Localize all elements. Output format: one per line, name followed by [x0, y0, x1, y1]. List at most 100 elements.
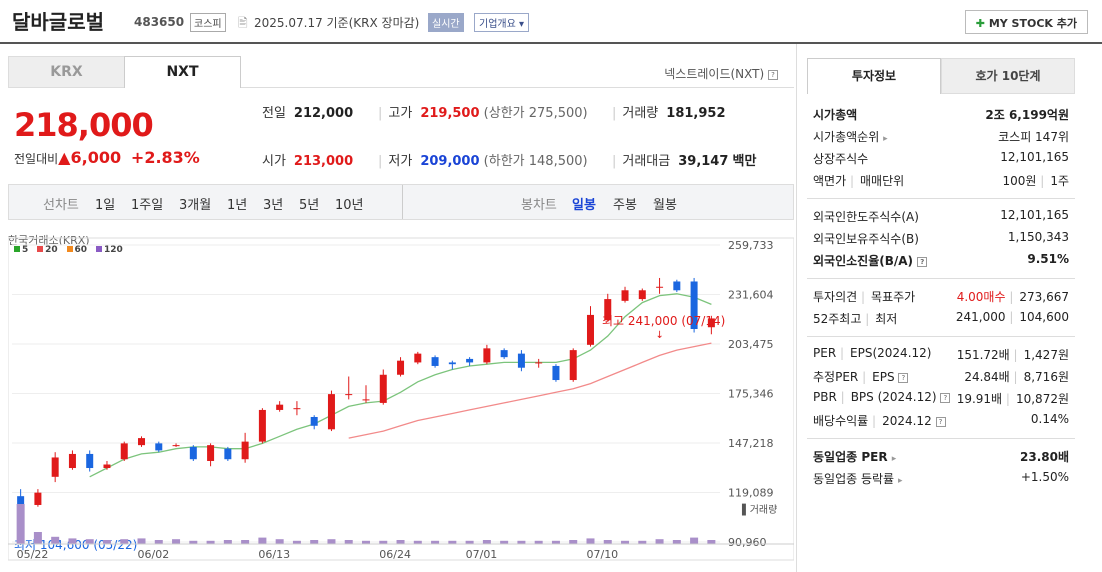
line-chart-label: 선차트	[43, 198, 79, 213]
low-label: 저가	[388, 154, 413, 169]
divider	[807, 198, 1075, 199]
candle-body	[431, 357, 439, 366]
low-value: 209,000	[420, 154, 480, 169]
tab-krx[interactable]: KRX	[8, 56, 125, 88]
volume-bar	[68, 538, 77, 544]
candle-daily[interactable]: 일봉	[572, 194, 596, 213]
prev-close-label: 전일	[262, 106, 286, 121]
volume-label: ▌거래량	[741, 503, 777, 516]
market-badge: 코스피	[190, 13, 226, 32]
realtime-button[interactable]: 실시간	[428, 13, 464, 32]
candle-body	[34, 492, 42, 505]
prev-close: 전일 212,000	[262, 102, 353, 121]
volume-bar	[690, 537, 699, 544]
market-cap-rank-row[interactable]: 시가총액순위 ▸ 코스피 147위	[813, 128, 1069, 148]
par-value-label: 액면가 | 매매단위	[813, 174, 905, 188]
volume: | 거래량 181,952	[612, 106, 726, 121]
tab-nxt[interactable]: NXT	[124, 56, 241, 88]
y-tick-label: 119,089	[728, 486, 774, 499]
candle-body	[224, 448, 232, 460]
divider	[807, 438, 1075, 439]
opinion-value: 4.00매수 | 273,667	[956, 290, 1069, 304]
candle-body	[448, 362, 456, 365]
candle-body	[500, 350, 508, 358]
add-mystock-button[interactable]: ✚ MY STOCK 추가	[964, 10, 1088, 34]
trade-value: | 거래대금 39,147 백만	[612, 154, 757, 169]
foreign-ratio-row: 외국인소진율(B/A) ? 9.51%	[813, 252, 1069, 272]
up-arrow-icon: ▲	[58, 148, 71, 167]
volume-bar	[172, 539, 181, 544]
candle-body	[86, 453, 94, 469]
volume-value: 181,952	[666, 106, 726, 121]
period-3m[interactable]: 3개월	[179, 194, 211, 213]
tab-invest-info[interactable]: 투자정보	[807, 58, 941, 94]
candle-body	[656, 286, 664, 288]
volume-bar	[102, 540, 111, 544]
pbr-row: PBR | BPS (2024.12) ? 19.91배 | 10,872원	[813, 390, 1069, 410]
y-tick-label: 90,960	[728, 536, 767, 549]
divider	[402, 185, 403, 219]
trade-value-value: 39,147	[678, 154, 729, 169]
company-info-label: 기업개요	[479, 19, 516, 30]
trade-value-unit: 백만	[732, 154, 757, 169]
market-cap-label: 시가총액	[813, 108, 858, 122]
candle-body	[517, 353, 525, 368]
par-value-value: 100원 | 1주	[1002, 174, 1069, 188]
opinion-label: 투자의견 | 목표주가	[813, 290, 916, 304]
candle-weekly[interactable]: 주봉	[613, 194, 637, 213]
period-1w[interactable]: 1주일	[131, 194, 163, 213]
upper-limit: (상한가 275,500)	[483, 106, 588, 121]
foreign-ratio-value: 9.51%	[1027, 252, 1069, 266]
est-per-label: 추정PER | EPS ?	[813, 368, 909, 385]
industry-change-row[interactable]: 동일업종 등락률 ▸ +1.50%	[813, 470, 1069, 490]
help-icon: ?	[917, 256, 928, 267]
candle-body	[673, 281, 681, 291]
volume-bar	[327, 539, 336, 544]
change-label: 전일대비	[14, 152, 59, 166]
volume-bar	[137, 538, 146, 544]
candle-body	[120, 443, 128, 460]
period-5y[interactable]: 5년	[299, 194, 319, 213]
period-1y[interactable]: 1년	[227, 194, 247, 213]
pbr-value: 19.91배 | 10,872원	[956, 392, 1069, 406]
foreign-hold-label: 외국인보유주식수(B)	[813, 232, 919, 246]
period-10y[interactable]: 10년	[335, 194, 364, 213]
industry-change-label: 동일업종 등락률 ▸	[813, 472, 903, 486]
help-icon: ?	[935, 416, 946, 427]
candle-body	[379, 374, 387, 403]
candle-monthly[interactable]: 월봉	[653, 194, 677, 213]
candle-body	[172, 445, 180, 447]
candle-body	[189, 446, 197, 460]
industry-per-row[interactable]: 동일업종 PER ▸ 23.80배	[813, 448, 1069, 468]
candle-body	[68, 453, 76, 469]
tab-orderbook[interactable]: 호가 10단계	[941, 58, 1075, 94]
x-tick-label: 07/01	[466, 548, 498, 561]
nextrade-link[interactable]: 넥스트레이드(NXT) ?	[664, 65, 778, 82]
volume-bar	[223, 540, 232, 544]
chevron-down-icon: ▾	[519, 19, 525, 30]
industry-per-label: 동일업종 PER ▸	[813, 450, 897, 464]
open-value: 213,000	[293, 154, 354, 169]
quote-panel: KRX NXT 넥스트레이드(NXT) ? 218,000 전일대비▲6,000…	[8, 56, 794, 572]
candle-body	[414, 353, 422, 363]
trade-value-label: 거래대금	[622, 154, 671, 169]
chevron-right-icon: ▸	[883, 134, 888, 144]
help-icon[interactable]: ?	[768, 69, 778, 80]
volume-bar	[586, 538, 595, 544]
company-info-dropdown[interactable]: 기업개요 ▾	[474, 13, 530, 32]
x-tick-label: 05/22	[17, 548, 49, 561]
x-tick-label: 07/10	[586, 548, 618, 561]
high-value: 219,500	[420, 106, 480, 121]
volume-bar	[241, 540, 250, 544]
price-chart[interactable]: 한국거래소(KRX) 5 20 60 120 259,733 231,604 203…	[8, 228, 794, 572]
industry-change-value: +1.50%	[1020, 470, 1069, 484]
candle-body	[241, 441, 249, 460]
volume-bar	[672, 540, 681, 544]
volume-bar	[344, 540, 353, 544]
foreign-limit-label: 외국인한도주식수(A)	[813, 210, 919, 224]
period-selector: 선차트 1일 1주일 3개월 1년 3년 5년 10년 봉차트 일봉 주봉 월봉	[8, 184, 794, 220]
down-arrow-icon: ↓	[656, 330, 664, 341]
period-1d[interactable]: 1일	[95, 194, 115, 213]
period-3y[interactable]: 3년	[263, 194, 283, 213]
candle-body	[138, 438, 146, 446]
